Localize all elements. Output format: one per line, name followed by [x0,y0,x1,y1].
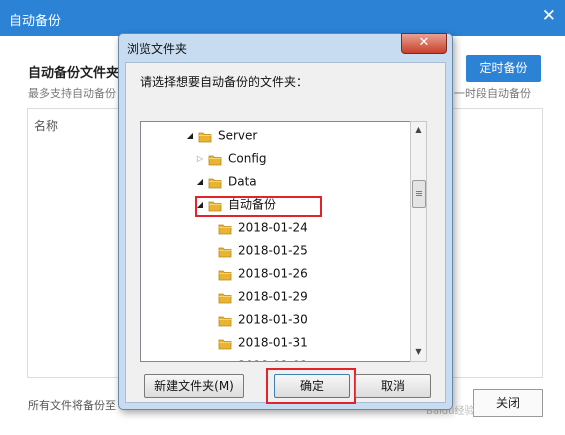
backup-subtitle-right: 一时段自动备份 [454,87,531,100]
scroll-up-arrow-icon[interactable]: ▲ [411,122,426,137]
dialog-close-icon[interactable]: ✕ [401,33,447,54]
tree-item[interactable]: 2018-01-26 [205,262,308,284]
tree-item-label: 2018-01-26 [238,266,308,281]
expanded-triangle-icon[interactable]: ◢ [195,171,205,193]
tree-item-label: Data [228,174,257,189]
folder-icon [208,175,222,189]
folder-icon [218,221,232,235]
tree-item-label: Config [228,151,267,166]
tree-item[interactable]: ▷ Config [195,147,267,169]
folder-icon [218,290,232,304]
tree-item-label: 2018-01-24 [238,220,308,235]
collapsed-triangle-icon[interactable]: ▷ [195,148,205,170]
cancel-button[interactable]: 取消 [355,374,431,398]
browse-folder-dialog: 浏览文件夹 ✕ 请选择想要自动备份的文件夹： ◢ Server ▷ Config ◢ Da… [118,33,453,410]
dialog-prompt: 请选择想要自动备份的文件夹： [140,75,309,89]
folder-icon [218,313,232,327]
background-titlebar: 自动备份 ✕ [0,0,565,36]
tree-item[interactable]: ◢ 自动备份 [195,193,276,215]
new-folder-button[interactable]: 新建文件夹(M) [144,374,244,398]
scroll-thumb[interactable] [412,180,426,208]
tree-item[interactable]: ◢ Server [185,124,257,146]
tree-item-label: Server [218,128,258,143]
tree-item[interactable]: 2018-01-25 [205,239,308,261]
tree-item-label: 2018-02-01 [238,359,308,362]
folder-icon [218,267,232,281]
expanded-triangle-icon[interactable]: ◢ [185,125,195,147]
backup-subtitle-left: 最多支持自动备份 [28,87,116,100]
folder-icon [218,244,232,258]
tree-item[interactable]: ◢ Data [195,170,257,192]
backup-destination-text: 所有文件将备份至 [28,399,116,412]
dialog-title: 浏览文件夹 [127,42,188,56]
tree-item[interactable]: 2018-02-01 [205,354,308,362]
ok-button[interactable]: 确定 [274,374,350,398]
tree-item[interactable]: 2018-01-30 [205,308,308,330]
folder-icon [208,152,222,166]
tree-item[interactable]: 2018-01-31 [205,331,308,353]
background-close-icon[interactable]: ✕ [542,6,556,26]
tree-item-label: 自动备份 [228,197,277,212]
list-column-name: 名称 [34,119,59,133]
tree-item-label: 2018-01-30 [238,312,308,327]
tree-item-label: 2018-01-29 [238,289,308,304]
tree-item[interactable]: 2018-01-24 [205,216,308,238]
background-window-title: 自动备份 [9,14,62,29]
tree-item[interactable]: 2018-01-29 [205,285,308,307]
folder-icon [218,336,232,350]
tree-item-label: 2018-01-25 [238,243,308,258]
folder-icon [198,129,212,143]
close-button[interactable]: 关闭 [473,389,543,417]
expanded-triangle-icon[interactable]: ◢ [195,194,205,216]
folder-icon [208,198,222,212]
tree-scrollbar[interactable]: ▲ ▼ [410,121,427,362]
tree-item-label: 2018-01-31 [238,335,308,350]
scroll-down-arrow-icon[interactable]: ▼ [411,344,426,359]
backup-folder-heading: 自动备份文件夹 [28,66,120,81]
dialog-content: 请选择想要自动备份的文件夹： ◢ Server ▷ Config ◢ Data ◢ 自动备份 2… [125,62,446,404]
folder-icon [218,359,232,362]
timed-backup-button[interactable]: 定时备份 [466,55,541,82]
folder-tree[interactable]: ◢ Server ▷ Config ◢ Data ◢ 自动备份 2018-01-24 2018-0… [140,121,425,362]
